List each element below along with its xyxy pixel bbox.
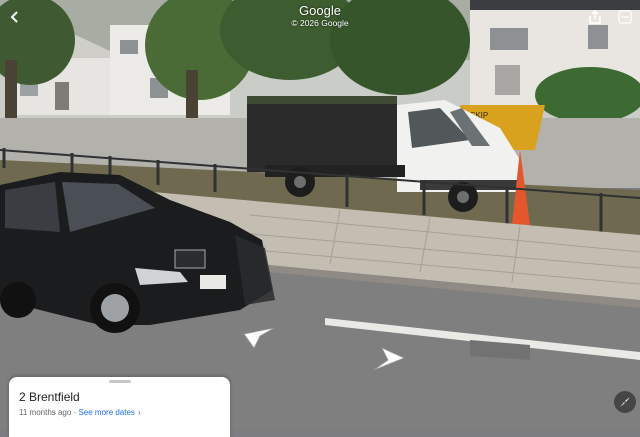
street-view-photo: SKIP: [0, 0, 640, 430]
see-more-dates-link[interactable]: See more dates: [78, 408, 134, 417]
chevron-right-icon: ›: [137, 408, 141, 417]
more-options-button[interactable]: [612, 4, 638, 30]
capture-date-row: 11 months ago · See more dates ›: [19, 408, 141, 417]
more-vertical-icon: [618, 10, 632, 24]
compass-button[interactable]: [614, 391, 636, 413]
backward-arrow[interactable]: [370, 346, 406, 377]
forward-arrow-icon: [243, 327, 275, 349]
google-logo: Google: [299, 3, 341, 18]
backward-arrow-icon: [373, 347, 406, 371]
forward-arrow[interactable]: [242, 326, 276, 355]
location-info-card[interactable]: 2 Brentfield 11 months ago · See more da…: [9, 377, 230, 437]
share-button[interactable]: [582, 4, 608, 30]
share-icon: [589, 9, 601, 24]
place-name: 2 Brentfield: [19, 390, 80, 404]
street-view-scene[interactable]: SKIP: [0, 0, 640, 430]
compass-icon: [620, 397, 630, 407]
capture-age: 11 months ago: [19, 408, 72, 417]
copyright-notice: © 2026 Google: [291, 18, 349, 28]
drag-handle[interactable]: [109, 380, 131, 383]
